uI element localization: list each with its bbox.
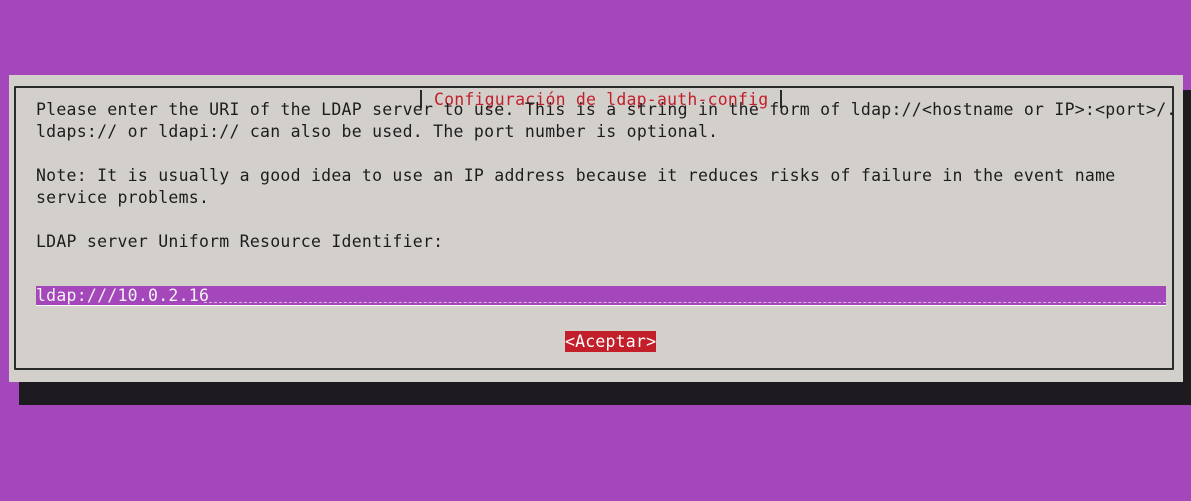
terminal-screen: Configuración de ldap-auth-config Please… (0, 0, 1191, 501)
dialog-title: Configuración de ldap-auth-config (434, 89, 769, 109)
debconf-dialog: Configuración de ldap-auth-config Please… (9, 75, 1183, 382)
dialog-frame: Configuración de ldap-auth-config Please… (14, 86, 1177, 370)
description-line-2: ldaps:// or ldapi:// can also be used. T… (36, 122, 719, 141)
note-line-2: service problems. (36, 188, 210, 207)
uri-field-label: LDAP server Uniform Resource Identifier: (36, 232, 444, 251)
ldap-uri-input[interactable]: ldap:///10.0.2.16 (36, 286, 1166, 306)
input-underline (204, 301, 1166, 303)
note-line-1: Note: It is usually a good idea to use a… (36, 166, 1116, 185)
accept-button[interactable]: <Aceptar> (565, 331, 656, 352)
ldap-uri-value[interactable]: ldap:///10.0.2.16 (36, 286, 209, 305)
description-line-1: Please enter the URI of the LDAP server … (36, 100, 1177, 119)
dialog-title-bar: Configuración de ldap-auth-config (420, 88, 783, 110)
